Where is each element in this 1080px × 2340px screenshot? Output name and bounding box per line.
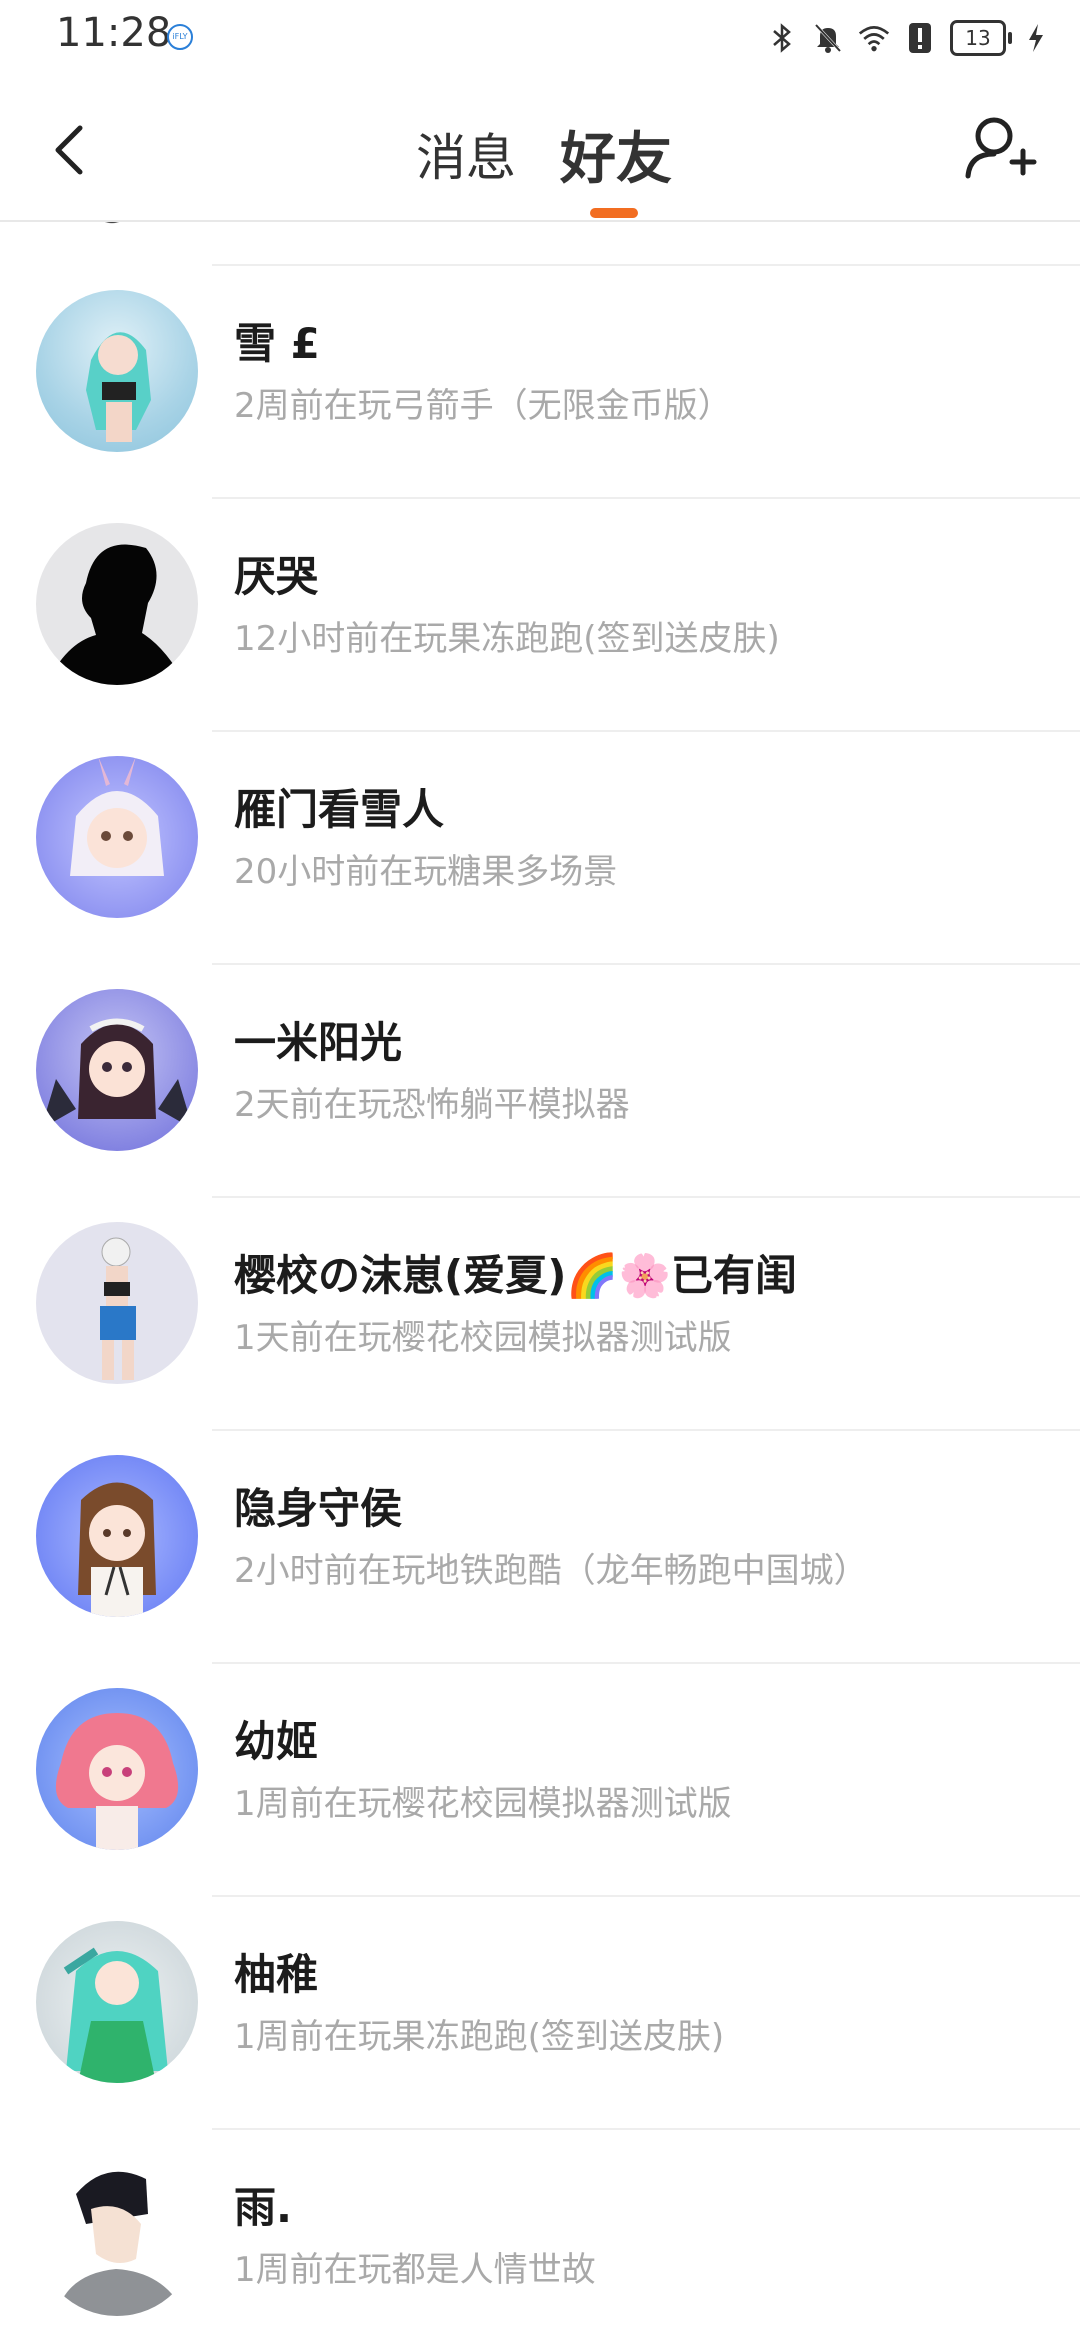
friend-name: 雨. [234,2183,292,2232]
ifly-icon: iFLY [167,24,193,50]
friend-name: 厌哭 [234,552,319,601]
wifi-icon [858,21,890,55]
avatar[interactable] [36,756,198,918]
list-item[interactable]: 隐身守侯 2小时前在玩地铁跑酷（龙年畅跑中国城） [0,1431,1080,1664]
friend-name: 樱校の沫崽(爱夏)🌈🌸已有闺 [234,1251,797,1300]
avatar[interactable] [36,1688,198,1850]
friend-status: 2天前在玩恐怖躺平模拟器 [234,1085,630,1125]
list-item[interactable]: 樱校の沫崽(爱夏)🌈🌸已有闺 1天前在玩樱花校园模拟器测试版 [0,1198,1080,1431]
battery-icon: 13 [950,20,1012,56]
list-item[interactable]: 雨. 1周前在玩都是人情世故 [0,2130,1080,2340]
friend-status: 1周前在玩果冻跑跑(签到送皮肤) [234,2017,725,2057]
list-item[interactable]: 幼姬 1周前在玩樱花校园模拟器测试版 [0,1664,1080,1897]
top-nav-bar: 消息 好友 [0,80,1080,222]
avatar[interactable] [36,1455,198,1617]
bell-muted-icon [812,21,844,55]
list-item[interactable]: 雪 £ 2周前在玩弓箭手（无限金币版） [0,266,1080,499]
list-item[interactable]: 柚稚 1周前在玩果冻跑跑(签到送皮肤) [0,1897,1080,2130]
charging-icon [1020,21,1052,55]
friend-name: 一米阳光 [234,1018,403,1067]
friend-status: 1周前在玩樱花校园模拟器测试版 [234,1784,732,1824]
friend-status: 20小时前在玩糖果多场景 [234,852,618,892]
friend-name: 雁门看雪人 [234,785,445,834]
friend-status: 1天前在玩樱花校园模拟器测试版 [234,1318,732,1358]
list-item[interactable]: 一米阳光 2天前在玩恐怖躺平模拟器 [0,965,1080,1198]
list-item[interactable]: 厌哭 12小时前在玩果冻跑跑(签到送皮肤) [0,499,1080,732]
avatar[interactable] [36,2154,198,2316]
friend-status: 2小时前在玩地铁跑酷（龙年畅跑中国城） [234,1551,868,1591]
friend-name: 柚稚 [234,1950,319,1999]
active-tab-indicator [590,208,638,218]
friend-status: 2周前在玩弓箭手（无限金币版） [234,386,732,426]
status-bar: 11:28 iFLY 13 [0,0,1080,80]
avatar [72,222,152,234]
tab-bar: 消息 好友 [0,80,1080,220]
add-friend-button[interactable] [960,110,1040,190]
friend-status: 1周前在玩都是人情世故 [234,2250,596,2290]
list-item[interactable]: 雁门看雪人 20小时前在玩糖果多场景 [0,732,1080,965]
friend-status: 12小时前在玩果冻跑跑(签到送皮肤) [234,619,780,659]
avatar[interactable] [36,1222,198,1384]
tab-messages[interactable]: 消息 [416,118,516,190]
friend-name: 隐身守侯 [234,1484,403,1533]
avatar[interactable] [36,1921,198,2083]
friends-list[interactable]: 雪 £ 2周前在玩弓箭手（无限金币版） 厌哭 12小时前在玩果冻跑跑(签到送皮肤… [0,222,1080,2340]
alert-icon [904,21,936,55]
status-time: 11:28 [56,10,172,56]
avatar[interactable] [36,523,198,685]
avatar[interactable] [36,290,198,452]
friend-name: 幼姬 [234,1717,319,1766]
add-user-icon [965,117,1037,179]
tab-friends[interactable]: 好友 [560,114,672,195]
avatar[interactable] [36,989,198,1151]
friend-name: 雪 £ [234,319,320,368]
bluetooth-icon [766,21,798,55]
status-icons: 13 [766,18,1052,58]
